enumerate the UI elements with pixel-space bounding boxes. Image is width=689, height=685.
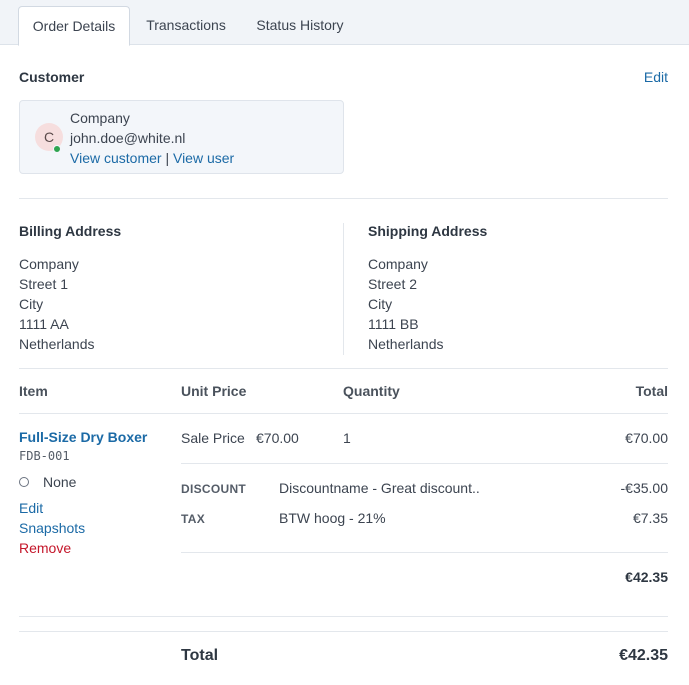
shipping-line: Netherlands bbox=[368, 336, 444, 352]
column-header-unit-price: Unit Price bbox=[181, 383, 247, 399]
billing-line: City bbox=[19, 296, 44, 312]
divider bbox=[19, 616, 668, 617]
customer-name: Company bbox=[70, 110, 130, 126]
billing-line: Company bbox=[19, 256, 79, 272]
line-subtotal: €42.35 bbox=[625, 569, 668, 585]
line-total-value: €70.00 bbox=[625, 430, 668, 446]
quantity-value: 1 bbox=[343, 430, 351, 446]
remove-item-link[interactable]: Remove bbox=[19, 540, 71, 556]
edit-item-link[interactable]: Edit bbox=[19, 500, 43, 516]
tab-order-details[interactable]: Order Details bbox=[18, 6, 130, 46]
product-sku: FDB-001 bbox=[19, 449, 70, 463]
option-label: None bbox=[43, 474, 77, 490]
adjustment-amount: €7.35 bbox=[632, 510, 668, 526]
adjustment-description: BTW hoog - 21% bbox=[279, 510, 386, 526]
divider bbox=[19, 198, 668, 199]
billing-address: Company Street 1 City 1111 AA Netherland… bbox=[19, 254, 95, 354]
billing-line: Street 1 bbox=[19, 276, 69, 292]
adjustment-type: DISCOUNT bbox=[181, 482, 247, 496]
adjustment-description: Discountname - Great discount.. bbox=[279, 480, 480, 496]
shipping-line: City bbox=[368, 296, 393, 312]
divider bbox=[19, 631, 668, 632]
divider bbox=[19, 368, 668, 369]
address-divider bbox=[343, 223, 344, 355]
billing-line: Netherlands bbox=[19, 336, 95, 352]
view-customer-link[interactable]: View customer bbox=[70, 150, 162, 166]
adjustment-amount: -€35.00 bbox=[620, 480, 668, 496]
customer-email: john.doe@white.nl bbox=[70, 130, 186, 146]
online-status-dot bbox=[53, 145, 61, 153]
column-header-quantity: Quantity bbox=[343, 383, 400, 399]
customer-links: View customer | View user bbox=[70, 148, 234, 168]
shipping-address-heading: Shipping Address bbox=[368, 223, 488, 239]
tab-bar: Order Details Transactions Status Histor… bbox=[0, 0, 689, 46]
divider bbox=[19, 413, 668, 414]
customer-edit-link[interactable]: Edit bbox=[644, 69, 668, 85]
tab-transactions[interactable]: Transactions bbox=[132, 6, 240, 45]
adjustment-type: TAX bbox=[181, 512, 206, 526]
link-separator: | bbox=[165, 150, 170, 166]
column-header-total: Total bbox=[635, 383, 668, 399]
billing-line: 1111 AA bbox=[19, 316, 69, 332]
shipping-line: Company bbox=[368, 256, 428, 272]
order-total-value: €42.35 bbox=[619, 647, 668, 664]
customer-heading: Customer bbox=[19, 69, 85, 85]
column-header-item: Item bbox=[19, 383, 48, 399]
order-total-label: Total bbox=[181, 647, 219, 664]
divider bbox=[181, 463, 668, 464]
billing-address-heading: Billing Address bbox=[19, 223, 122, 239]
tab-status-history[interactable]: Status History bbox=[242, 6, 358, 45]
unit-price-label: Sale Price bbox=[181, 430, 245, 446]
view-user-link[interactable]: View user bbox=[173, 150, 234, 166]
shipping-line: Street 2 bbox=[368, 276, 418, 292]
customer-card: C Company john.doe@white.nl View custome… bbox=[19, 100, 344, 174]
unit-price-value: €70.00 bbox=[256, 430, 299, 446]
shipping-address: Company Street 2 City 1111 BB Netherland… bbox=[368, 254, 444, 354]
option-radio[interactable] bbox=[19, 477, 29, 487]
divider bbox=[181, 552, 668, 553]
snapshots-link[interactable]: Snapshots bbox=[19, 520, 85, 536]
shipping-line: 1111 BB bbox=[368, 316, 419, 332]
product-name-link[interactable]: Full-Size Dry Boxer bbox=[19, 429, 147, 445]
